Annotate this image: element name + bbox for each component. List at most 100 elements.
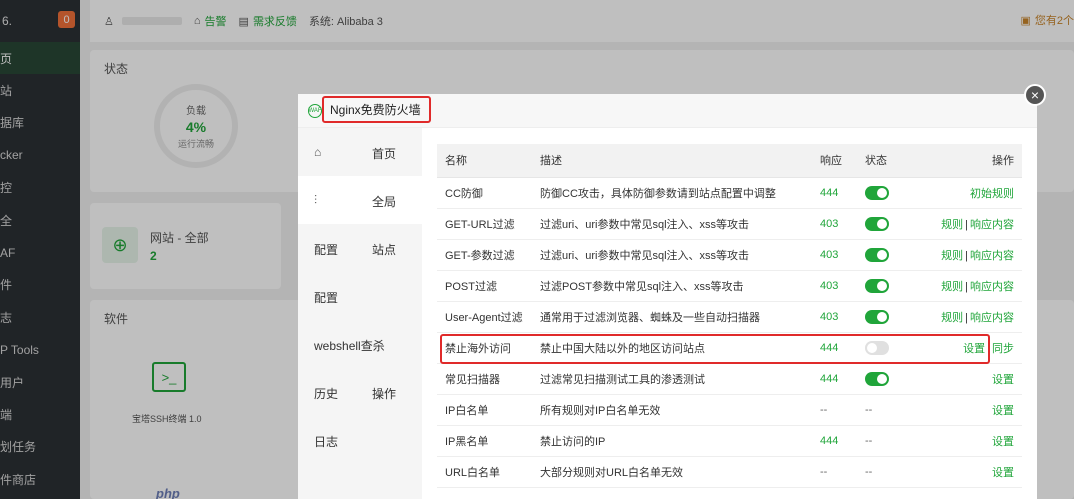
- op-link[interactable]: 设置: [992, 374, 1014, 386]
- rule-ops: 设置: [917, 456, 1022, 488]
- op-link[interactable]: 响应内容: [970, 219, 1014, 231]
- modal-nav-item[interactable]: 配置 站点: [298, 224, 422, 272]
- modal-nav-label-left: 日志: [314, 435, 339, 449]
- modal-nav-item[interactable]: ⌂ 首页: [298, 128, 422, 176]
- rule-status: [857, 177, 917, 209]
- rule-name: URL白名单: [437, 456, 532, 488]
- rule-desc: 禁止中国大陆以外的地区访问站点: [532, 332, 812, 364]
- op-link[interactable]: 规则: [941, 250, 963, 262]
- col-resp: 响应: [812, 144, 857, 178]
- rule-status: [857, 363, 917, 395]
- rule-ops: 规则 | 响应内容: [917, 301, 1022, 333]
- rule-ops: 设置: [917, 363, 1022, 395]
- rule-name: GET-参数过滤: [437, 239, 532, 271]
- rule-name: GET-URL过滤: [437, 208, 532, 240]
- rule-desc: 所有规则对IP白名单无效: [532, 394, 812, 426]
- op-separator: |: [965, 249, 968, 262]
- status-toggle[interactable]: [865, 371, 889, 386]
- op-link[interactable]: 设置: [992, 467, 1014, 479]
- rule-name: CC防御: [437, 177, 532, 209]
- table-row: User-Agent过滤 通常用于过滤浏览器、蜘蛛及一些自动扫描器 403 规则 | 响应…: [437, 301, 1022, 333]
- col-op: 操作: [917, 144, 1022, 178]
- rule-response: 444: [812, 177, 857, 209]
- home-icon: ⌂: [314, 145, 322, 159]
- op-link[interactable]: 设置: [992, 436, 1014, 448]
- op-link[interactable]: 规则: [941, 219, 963, 231]
- op-separator: |: [965, 280, 968, 293]
- rule-desc: 过滤uri、uri参数中常见sql注入、xss等攻击: [532, 208, 812, 240]
- rule-ops: 规则 | 响应内容: [917, 239, 1022, 271]
- modal-nav-item[interactable]: webshell查杀: [298, 320, 422, 368]
- rule-status: [857, 332, 917, 364]
- modal-nav: ⌂ 首页 ⫶ 全局 配置 站点 配置 webshell查杀 历史 操作 日志: [298, 128, 422, 499]
- rule-response: 444: [812, 332, 857, 364]
- modal-nav-label-left: 配置: [314, 291, 339, 305]
- rule-response: 444: [812, 425, 857, 457]
- rule-name: User-Agent过滤: [437, 301, 532, 333]
- rule-status: [857, 239, 917, 271]
- rule-status: --: [857, 456, 917, 488]
- modal-nav-item[interactable]: 历史 操作: [298, 368, 422, 416]
- modal-nav-label: 站点: [372, 243, 397, 257]
- op-link[interactable]: 规则: [941, 281, 963, 293]
- op-link[interactable]: 规则: [941, 312, 963, 324]
- rule-desc: 过滤常见扫描测试工具的渗透测试: [532, 363, 812, 395]
- table-row: IP黑名单 禁止访问的IP 444 -- 设置: [437, 425, 1022, 457]
- op-link[interactable]: 响应内容: [970, 281, 1014, 293]
- rule-desc: 通常用于过滤浏览器、蜘蛛及一些自动扫描器: [532, 301, 812, 333]
- op-link[interactable]: 响应内容: [970, 312, 1014, 324]
- rule-status: --: [857, 394, 917, 426]
- rule-ops: 设置 | 同步: [917, 332, 1022, 364]
- status-toggle[interactable]: [865, 216, 889, 231]
- rules-table: 名称 描述 响应 状态 操作 CC防御 防御CC攻击，具体防御参数请到站点配置中调…: [437, 144, 1022, 488]
- rule-response: 403: [812, 301, 857, 333]
- rule-ops: 规则 | 响应内容: [917, 208, 1022, 240]
- rule-name: 常见扫描器: [437, 363, 532, 395]
- rule-status: [857, 270, 917, 302]
- op-link[interactable]: 同步: [992, 343, 1014, 355]
- rule-response: 403: [812, 208, 857, 240]
- close-icon[interactable]: ×: [1024, 84, 1046, 106]
- table-row: IP白名单 所有规则对IP白名单无效 -- -- 设置: [437, 394, 1022, 426]
- rule-desc: 禁止访问的IP: [532, 425, 812, 457]
- rule-name: 禁止海外访问: [437, 332, 532, 364]
- table-header-row: 名称 描述 响应 状态 操作: [437, 144, 1022, 178]
- status-toggle[interactable]: [865, 185, 889, 200]
- modal-nav-item[interactable]: ⫶ 全局: [298, 176, 422, 224]
- op-separator: |: [965, 311, 968, 324]
- op-link[interactable]: 设置: [992, 405, 1014, 417]
- rule-response: 403: [812, 239, 857, 271]
- status-toggle[interactable]: [865, 340, 889, 355]
- status-toggle[interactable]: [865, 247, 889, 262]
- rule-name: IP白名单: [437, 394, 532, 426]
- table-row: POST过滤 过滤POST参数中常见sql注入、xss等攻击 403 规则 | 响应内容: [437, 270, 1022, 302]
- op-link[interactable]: 响应内容: [970, 250, 1014, 262]
- modal-nav-label: 全局: [372, 195, 397, 209]
- col-status: 状态: [857, 144, 917, 178]
- rule-status: [857, 208, 917, 240]
- rule-desc: 过滤POST参数中常见sql注入、xss等攻击: [532, 270, 812, 302]
- rule-desc: 防御CC攻击，具体防御参数请到站点配置中调整: [532, 177, 812, 209]
- waf-shield-icon: WAF: [308, 104, 322, 118]
- col-desc: 描述: [532, 144, 812, 178]
- rule-name: IP黑名单: [437, 425, 532, 457]
- modal-nav-label-left: webshell查杀: [314, 339, 385, 353]
- rule-response: 444: [812, 363, 857, 395]
- status-toggle[interactable]: [865, 309, 889, 324]
- rule-response: 403: [812, 270, 857, 302]
- modal-nav-label-left: 配置: [314, 243, 339, 257]
- status-toggle[interactable]: [865, 278, 889, 293]
- modal-nav-item[interactable]: 配置: [298, 272, 422, 320]
- table-row: URL白名单 大部分规则对URL白名单无效 -- -- 设置: [437, 456, 1022, 488]
- rule-status: [857, 301, 917, 333]
- col-name: 名称: [437, 144, 532, 178]
- op-link[interactable]: 设置: [963, 343, 985, 355]
- modal-nav-label: 首页: [372, 147, 397, 161]
- modal-nav-item[interactable]: 日志: [298, 416, 422, 464]
- table-row: 禁止海外访问 禁止中国大陆以外的地区访问站点 444 设置 | 同步: [437, 332, 1022, 364]
- table-row: CC防御 防御CC攻击，具体防御参数请到站点配置中调整 444 初始规则: [437, 177, 1022, 209]
- modal-nav-label: 操作: [372, 387, 397, 401]
- table-row: 常见扫描器 过滤常见扫描测试工具的渗透测试 444 设置: [437, 363, 1022, 395]
- rule-ops: 初始规则: [917, 177, 1022, 209]
- op-link[interactable]: 初始规则: [970, 188, 1014, 200]
